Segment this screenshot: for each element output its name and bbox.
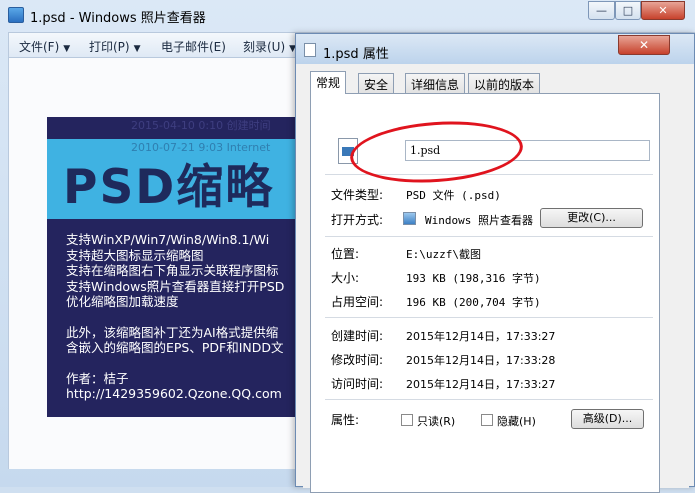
opens-with-value: Windows 照片查看器 <box>425 214 533 227</box>
file-type-label: 文件类型: <box>331 188 384 202</box>
menu-print-label: 打印(P) <box>89 40 130 54</box>
accessed-label: 访问时间: <box>331 377 384 391</box>
preview-line: 支持WinXP/Win7/Win8/Win8.1/Wi <box>66 232 270 247</box>
preview-line: 支持Windows照片查看器直接打开PSD <box>66 278 285 294</box>
divider <box>325 317 653 318</box>
opens-with-label: 打开方式: <box>331 213 384 227</box>
menu-email-label: 电子邮件(E) <box>161 40 226 54</box>
menu-burn[interactable]: 刻录(U) ▼ <box>243 38 296 55</box>
accessed-value: 2015年12月14日，17:33:27 <box>406 378 556 391</box>
maximize-button[interactable]: □ <box>615 1 641 20</box>
preview-line: 支持在缩略图右下角显示关联程序图标 <box>66 263 279 278</box>
preview-headline: PSD缩略 <box>63 160 275 215</box>
size-on-disk-label: 占用空间: <box>331 295 384 309</box>
tab-previous-versions[interactable]: 以前的版本 <box>468 73 541 93</box>
menu-print[interactable]: 打印(P) ▼ <box>89 38 141 55</box>
divider <box>325 236 653 237</box>
minimize-button[interactable]: — <box>588 1 615 20</box>
preview-date-1: 2015-04-10 0:10 创建时间 <box>131 119 271 132</box>
size-value: 193 KB (198,316 字节) <box>406 272 541 285</box>
preview-line: 优化缩略图加载速度 <box>66 294 179 309</box>
created-label: 创建时间: <box>331 329 384 343</box>
menu-email[interactable]: 电子邮件(E) <box>161 38 226 55</box>
photo-viewer-icon <box>403 212 416 225</box>
menu-file[interactable]: 文件(F) ▼ <box>19 38 70 55</box>
change-button[interactable]: 更改(C)... <box>540 208 643 228</box>
advanced-button[interactable]: 高级(D)... <box>571 409 644 429</box>
viewer-title: 1.psd - Windows 照片查看器 <box>30 11 206 26</box>
preview-line: http://1429359602.Qzone.QQ.com <box>66 386 282 401</box>
hidden-checkbox[interactable] <box>481 414 493 426</box>
psd-preview-image: 2015-04-10 0:10 创建时间 2010-07-21 9:03 Int… <box>47 117 307 417</box>
close-button[interactable]: ✕ <box>641 1 685 20</box>
tab-details[interactable]: 详细信息 <box>405 73 466 93</box>
chevron-down-icon: ▼ <box>63 44 71 54</box>
size-label: 大小: <box>331 271 360 285</box>
dialog-titlebar: 1.psd 属性 ✕ <box>296 34 694 64</box>
dialog-close-button[interactable]: ✕ <box>618 35 670 55</box>
divider <box>325 399 653 400</box>
preview-line: 此外，该缩略图补丁还为AI格式提供缩 <box>66 324 279 340</box>
file-type-value: PSD 文件 (.psd) <box>406 189 501 202</box>
dialog-title: 1.psd 属性 <box>323 47 389 62</box>
tab-security[interactable]: 安全 <box>358 73 395 93</box>
preview-line: 作者：桔子 <box>66 370 129 386</box>
menu-burn-label: 刻录(U) <box>243 40 286 54</box>
attributes-label: 属性: <box>331 413 360 427</box>
preview-text: 支持WinXP/Win7/Win8/Win8.1/Wi 支持超大图标显示缩略图 … <box>66 232 284 402</box>
location-value: E:\uzzf\截图 <box>406 248 481 261</box>
file-icon <box>304 43 316 57</box>
chevron-down-icon: ▼ <box>133 44 141 54</box>
readonly-checkbox[interactable] <box>401 414 413 426</box>
viewer-titlebar: 1.psd - Windows 照片查看器 — □ ✕ <box>0 0 695 30</box>
photo-viewer-icon <box>8 7 24 23</box>
readonly-label: 只读(R) <box>417 415 456 428</box>
tab-general[interactable]: 常规 <box>310 71 347 94</box>
modified-value: 2015年12月14日，17:33:28 <box>406 354 556 367</box>
size-on-disk-value: 196 KB (200,704 字节) <box>406 296 541 309</box>
preview-line: 含嵌入的缩略图的EPS、PDF和INDD文 <box>66 340 284 355</box>
modified-label: 修改时间: <box>331 353 384 367</box>
location-label: 位置: <box>331 247 360 261</box>
menu-file-label: 文件(F) <box>19 40 60 54</box>
created-value: 2015年12月14日，17:33:27 <box>406 330 556 343</box>
properties-dialog: 1.psd 属性 ✕ 常规 安全 详细信息 以前的版本 1.psd 文件类型: … <box>295 33 695 493</box>
preview-line: 支持超大图标显示缩略图 <box>66 247 204 263</box>
hidden-label: 隐藏(H) <box>497 415 536 428</box>
